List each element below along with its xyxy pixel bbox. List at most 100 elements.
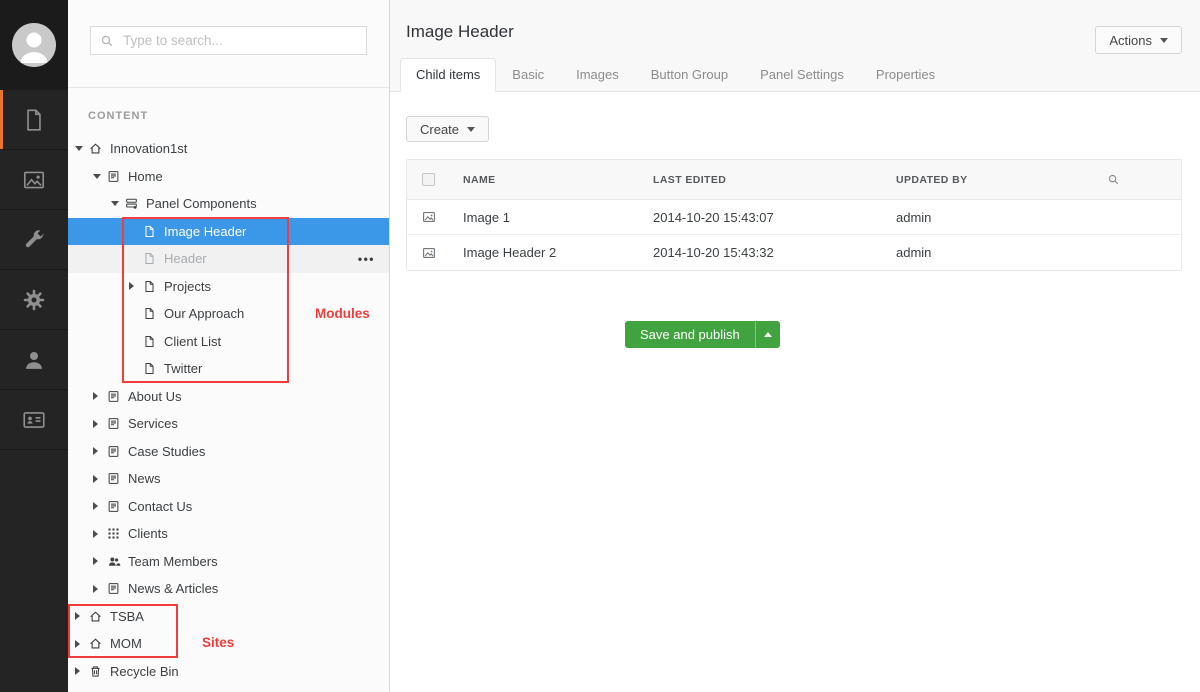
article-icon <box>106 444 121 458</box>
rail-item-content[interactable] <box>0 90 68 150</box>
tree-item-case-studies[interactable]: Case Studies <box>68 438 389 466</box>
rail-item-developer[interactable] <box>0 270 68 330</box>
expander-chevron-right-icon[interactable] <box>93 530 106 538</box>
doc-icon <box>142 307 157 321</box>
tab-panel-settings[interactable]: Panel Settings <box>744 58 860 92</box>
tree-item-clients[interactable]: Clients <box>68 520 389 548</box>
rail-item-settings[interactable] <box>0 210 68 270</box>
expander-chevron-right-icon[interactable] <box>93 447 106 455</box>
article-icon <box>106 389 121 403</box>
tree-item-label: Innovation1st <box>110 141 187 156</box>
expander-chevron-right-icon[interactable] <box>129 282 142 290</box>
tab-button-group[interactable]: Button Group <box>635 58 744 92</box>
article-icon <box>106 472 121 486</box>
rail-item-members[interactable] <box>0 390 68 450</box>
tree-item-projects[interactable]: Projects <box>68 273 389 301</box>
search-icon <box>100 34 114 48</box>
tree-item-home[interactable]: Home <box>68 163 389 191</box>
home-icon <box>88 637 103 651</box>
cell-name[interactable]: Image Header 2 <box>463 245 653 260</box>
article-icon <box>106 169 121 183</box>
tree-item-label: Clients <box>128 526 168 541</box>
chevron-down-icon <box>467 127 475 132</box>
expander-chevron-right-icon[interactable] <box>93 475 106 483</box>
expander-chevron-right-icon[interactable] <box>75 667 88 675</box>
tree-item-client-list[interactable]: Client List <box>68 328 389 356</box>
create-button[interactable]: Create <box>406 116 489 142</box>
save-and-publish-button[interactable]: Save and publish <box>625 321 780 348</box>
tree-item-about-us[interactable]: About Us <box>68 383 389 411</box>
expander-chevron-right-icon[interactable] <box>93 420 106 428</box>
tree-item-innovation1st[interactable]: Innovation1st <box>68 135 389 163</box>
tree-item-label: About Us <box>128 389 181 404</box>
app-root: CONTENT Innovation1st Home Panel Component… <box>0 0 1200 692</box>
tree-item-label: Contact Us <box>128 499 192 514</box>
cell-name[interactable]: Image 1 <box>463 210 653 225</box>
tree-item-tsba[interactable]: TSBA <box>68 603 389 631</box>
user-avatar[interactable] <box>0 0 68 90</box>
table-row[interactable]: Image Header 22014-10-20 15:43:32admin <box>407 235 1181 270</box>
tab-child-items[interactable]: Child items <box>400 58 496 92</box>
tree-item-header[interactable]: Header••• <box>68 245 389 273</box>
tree-item-our-approach[interactable]: Our Approach <box>68 300 389 328</box>
tree-item-label: Home <box>128 169 163 184</box>
tab-images[interactable]: Images <box>560 58 635 92</box>
tree-item-panel-components[interactable]: Panel Components <box>68 190 389 218</box>
tree-item-mom[interactable]: MOM <box>68 630 389 658</box>
actions-button-label: Actions <box>1109 33 1152 48</box>
search-input[interactable] <box>121 32 357 49</box>
tree-item-label: Image Header <box>164 224 246 239</box>
doc-icon <box>142 252 157 266</box>
tab-properties[interactable]: Properties <box>860 58 951 92</box>
footer-actions: Save and publish <box>406 321 1182 348</box>
image-doc-icon <box>422 246 436 260</box>
item-options-button[interactable]: ••• <box>358 252 375 266</box>
tree-item-twitter[interactable]: Twitter <box>68 355 389 383</box>
actions-button[interactable]: Actions <box>1095 26 1182 54</box>
expander-chevron-down-icon[interactable] <box>93 174 106 179</box>
doc-icon <box>142 279 157 293</box>
tree-item-news[interactable]: News <box>68 465 389 493</box>
tree-item-team-members[interactable]: Team Members <box>68 548 389 576</box>
expander-chevron-right-icon[interactable] <box>75 640 88 648</box>
pages-icon <box>21 107 47 133</box>
person-icon <box>21 347 47 373</box>
article-icon <box>106 582 121 596</box>
table-search-icon[interactable] <box>1107 173 1120 186</box>
cell-last-edited: 2014-10-20 15:43:32 <box>653 245 896 260</box>
table-row[interactable]: Image 12014-10-20 15:43:07admin <box>407 200 1181 235</box>
publish-options-toggle[interactable] <box>755 321 780 348</box>
column-header-name[interactable]: NAME <box>463 174 653 186</box>
tree-item-services[interactable]: Services <box>68 410 389 438</box>
expander-chevron-right-icon[interactable] <box>93 557 106 565</box>
table-header-row: NAME LAST EDITED UPDATED BY <box>407 160 1181 200</box>
editor-tabs: Child itemsBasicImagesButton GroupPanel … <box>400 58 951 92</box>
expander-chevron-right-icon[interactable] <box>93 585 106 593</box>
select-all-checkbox[interactable] <box>422 173 435 186</box>
tree-item-label: Team Members <box>128 554 218 569</box>
tab-basic[interactable]: Basic <box>496 58 560 92</box>
wrench-icon <box>21 227 47 253</box>
trash-icon <box>88 664 103 678</box>
expander-chevron-right-icon[interactable] <box>93 502 106 510</box>
cell-last-edited: 2014-10-20 15:43:07 <box>653 210 896 225</box>
tree-item-label: Our Approach <box>164 306 244 321</box>
tree-item-news-articles[interactable]: News & Articles <box>68 575 389 603</box>
tree-item-contact-us[interactable]: Contact Us <box>68 493 389 521</box>
tree-item-image-header[interactable]: Image Header <box>68 218 389 246</box>
rail-item-users[interactable] <box>0 330 68 390</box>
tree-section-label: CONTENT <box>88 110 389 123</box>
tree-item-label: Case Studies <box>128 444 205 459</box>
content-tree-sidebar: CONTENT Innovation1st Home Panel Component… <box>68 0 390 692</box>
expander-chevron-down-icon[interactable] <box>75 146 88 151</box>
expander-chevron-right-icon[interactable] <box>75 612 88 620</box>
gear-icon <box>21 287 47 313</box>
expander-chevron-right-icon[interactable] <box>93 392 106 400</box>
tree-item-recycle-bin[interactable]: Recycle Bin <box>68 658 389 686</box>
column-header-last-edited[interactable]: LAST EDITED <box>653 174 896 186</box>
cell-updated-by: admin <box>896 245 1107 260</box>
home-icon <box>88 609 103 623</box>
rail-item-media[interactable] <box>0 150 68 210</box>
column-header-updated-by[interactable]: UPDATED BY <box>896 174 1107 186</box>
expander-chevron-down-icon[interactable] <box>111 201 124 206</box>
